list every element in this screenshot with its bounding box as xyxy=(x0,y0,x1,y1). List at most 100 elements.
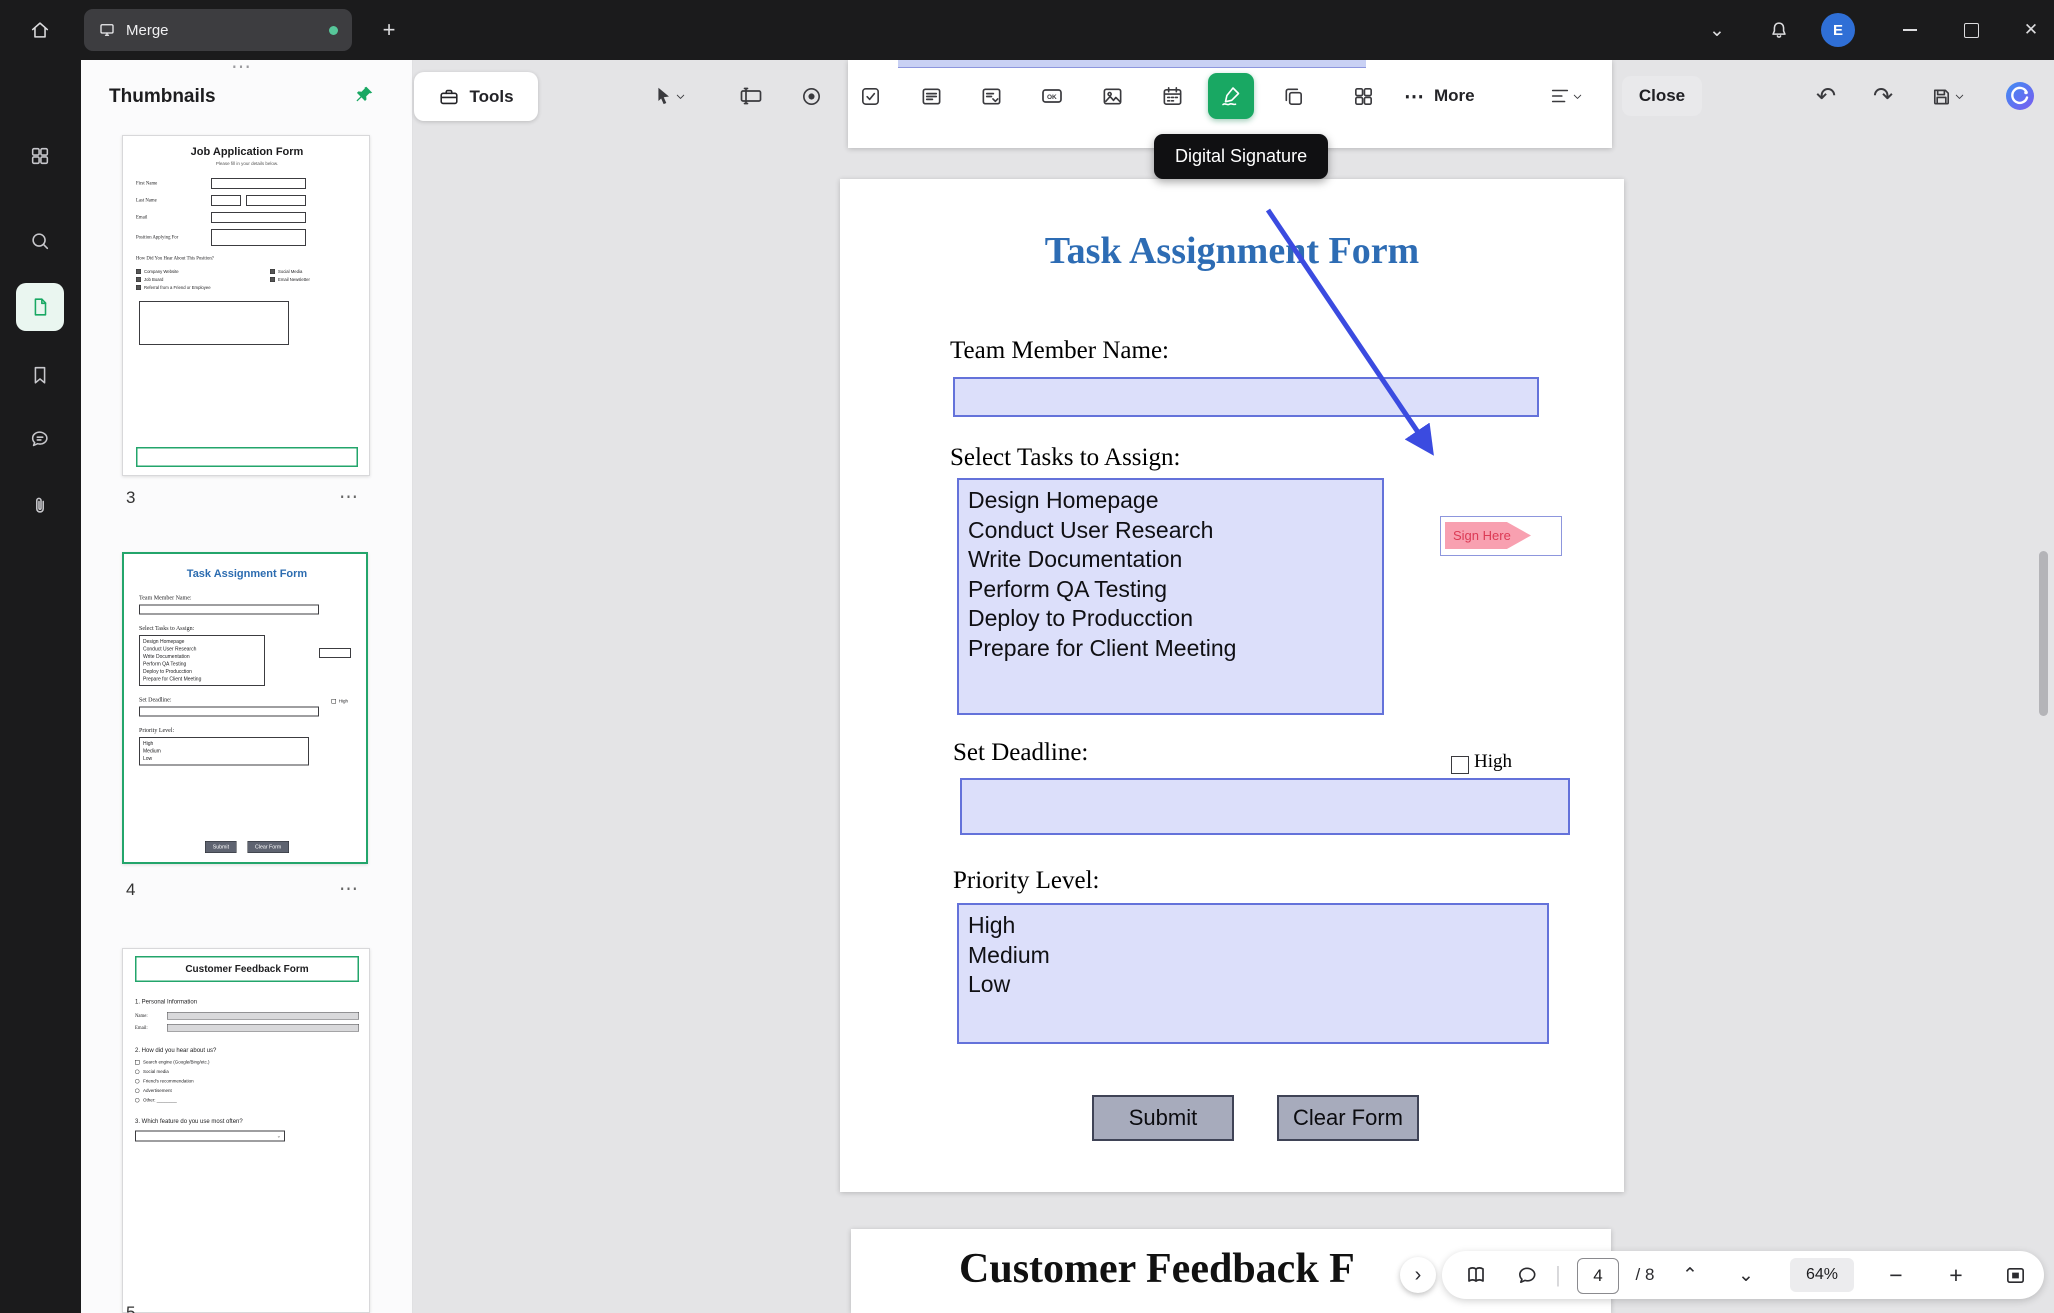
priority-listbox[interactable]: High Medium Low xyxy=(957,903,1549,1044)
more-tools-button[interactable]: ⋯ More xyxy=(1404,74,1475,118)
window-close-button[interactable]: ✕ xyxy=(2015,16,2047,44)
deadline-input[interactable] xyxy=(960,778,1570,835)
priority-option[interactable]: High xyxy=(968,911,1547,941)
page-thumbnails-icon xyxy=(29,296,51,318)
signature-field[interactable]: Sign Here xyxy=(1440,516,1562,556)
minimize-button[interactable] xyxy=(1894,16,1926,44)
tools-label: Tools xyxy=(469,87,513,107)
task-option[interactable]: Prepare for Client Meeting xyxy=(968,634,1382,664)
mini-input-box xyxy=(211,212,306,223)
text-field-icon xyxy=(739,84,763,108)
sidebar-item-bookmarks[interactable] xyxy=(16,351,64,399)
maximize-button[interactable] xyxy=(1955,16,1987,44)
ai-assistant-button[interactable] xyxy=(1998,74,2042,118)
thumbnail-page-3[interactable]: Job Application Form Please fill in your… xyxy=(122,135,370,476)
redo-button[interactable]: ↷ xyxy=(1861,74,1905,118)
radio-button-tool[interactable] xyxy=(789,74,833,118)
comment-bubble-icon xyxy=(1516,1264,1539,1287)
sidebar-item-attachments[interactable] xyxy=(16,482,64,530)
notifications-button[interactable] xyxy=(1763,14,1795,46)
text-field-tool[interactable] xyxy=(729,74,773,118)
save-button[interactable] xyxy=(1916,74,1980,118)
home-icon xyxy=(29,19,51,41)
mini-input-box xyxy=(211,229,306,246)
push-button-icon: OK xyxy=(1040,84,1064,108)
sidebar-item-grid-menu[interactable] xyxy=(16,132,64,180)
undo-button[interactable]: ↶ xyxy=(1804,74,1848,118)
mini-question-label: How Did You Hear About This Position? xyxy=(136,256,358,261)
page-number-input[interactable]: 4 xyxy=(1577,1258,1619,1294)
annotation-view-button[interactable] xyxy=(1505,1251,1549,1299)
field-grid-tool[interactable] xyxy=(1341,74,1385,118)
search-icon xyxy=(29,230,51,252)
high-checkbox[interactable] xyxy=(1451,756,1469,774)
thumbnail-page-4[interactable]: Task Assignment Form Team Member Name: S… xyxy=(122,552,368,864)
thumbnail-menu-button[interactable]: ⋯ xyxy=(339,878,359,901)
priority-option[interactable]: Medium xyxy=(968,941,1547,971)
mini-field-label: Last Name xyxy=(136,198,211,203)
document-title: Task Assignment Form xyxy=(840,229,1624,273)
checkbox-tool[interactable] xyxy=(848,74,892,118)
expand-controls-button[interactable]: › xyxy=(1400,1257,1436,1293)
image-field-tool[interactable] xyxy=(1090,74,1134,118)
sidebar-item-comments[interactable] xyxy=(16,415,64,463)
thumbnails-panel: ⋯ Thumbnails Job Application Form Please… xyxy=(81,60,413,1313)
tasks-listbox[interactable]: Design Homepage Conduct User Research Wr… xyxy=(957,478,1384,715)
sidebar-item-search[interactable] xyxy=(16,217,64,265)
tab-merge[interactable]: Merge xyxy=(84,9,352,51)
reader-view-button[interactable] xyxy=(1454,1251,1498,1299)
select-tool[interactable] xyxy=(636,74,702,118)
app-window: Merge + ⌄ E ✕ xyxy=(0,0,2054,1313)
left-rail xyxy=(0,60,81,1313)
titlebar-dropdown-button[interactable]: ⌄ xyxy=(1701,16,1733,44)
list-box-tool[interactable] xyxy=(909,74,953,118)
thumbnail-menu-button[interactable]: ⋯ xyxy=(339,486,359,509)
submit-button[interactable]: Submit xyxy=(1092,1095,1234,1141)
mini-field-label: First Name xyxy=(136,181,211,186)
new-tab-button[interactable]: + xyxy=(372,14,406,46)
close-form-mode-button[interactable]: Close xyxy=(1622,76,1702,116)
task-option[interactable]: Write Documentation xyxy=(968,545,1382,575)
thumbnail-page-5[interactable]: Customer Feedback Form 1. Personal Infor… xyxy=(122,948,370,1313)
home-button[interactable] xyxy=(18,14,62,46)
pin-icon[interactable] xyxy=(353,84,375,111)
more-dots-icon: ⋯ xyxy=(1404,84,1425,109)
vertical-scrollbar[interactable] xyxy=(2039,551,2048,716)
mini-listbox: High Medium Low xyxy=(139,737,309,766)
zoom-out-button[interactable]: − xyxy=(1874,1251,1918,1299)
mini-section-label: 3. Which feature do you use most often? xyxy=(135,1118,359,1125)
tools-icon xyxy=(438,86,460,108)
mini-field-label: Team Member Name: xyxy=(139,594,355,602)
tools-button[interactable]: Tools xyxy=(414,72,538,121)
mini-section-label: 2. How did you hear about us? xyxy=(135,1047,359,1054)
task-option[interactable]: Conduct User Research xyxy=(968,516,1382,546)
digital-signature-tool[interactable] xyxy=(1208,73,1254,119)
push-button-tool[interactable]: OK xyxy=(1030,74,1074,118)
task-option[interactable]: Perform QA Testing xyxy=(968,575,1382,605)
combo-box-tool[interactable] xyxy=(969,74,1013,118)
mini-field-label: Set Deadline: xyxy=(139,696,171,704)
clear-form-button[interactable]: Clear Form xyxy=(1277,1095,1419,1141)
task-option[interactable]: Design Homepage xyxy=(968,486,1382,516)
team-member-label: Team Member Name: xyxy=(950,337,1169,365)
page-total-label: / 8 xyxy=(1623,1251,1667,1299)
task-option[interactable]: Deploy to Producction xyxy=(968,604,1382,634)
priority-label: Priority Level: xyxy=(953,867,1100,895)
align-fields-tool[interactable] xyxy=(1532,74,1600,118)
sidebar-item-design[interactable] xyxy=(16,1309,64,1313)
plus-icon: + xyxy=(383,17,396,43)
avatar[interactable]: E xyxy=(1821,13,1855,47)
zoom-level[interactable]: 64% xyxy=(1790,1258,1854,1292)
duplicate-tool[interactable] xyxy=(1271,74,1315,118)
document-page-4: Task Assignment Form Team Member Name: S… xyxy=(840,179,1624,1192)
sidebar-item-thumbnails[interactable] xyxy=(16,283,64,331)
page-number-label: 5 xyxy=(126,1303,135,1313)
previous-page-button[interactable]: ⌃ xyxy=(1670,1251,1710,1299)
next-page-button[interactable]: ⌄ xyxy=(1726,1251,1766,1299)
priority-option[interactable]: Low xyxy=(968,970,1547,1000)
zoom-in-button[interactable]: + xyxy=(1934,1251,1978,1299)
fit-to-page-button[interactable] xyxy=(1993,1251,2037,1299)
sign-here-tag[interactable]: Sign Here xyxy=(1445,522,1531,549)
date-field-tool[interactable] xyxy=(1150,74,1194,118)
mini-clear-button: Clear Form xyxy=(248,841,289,853)
